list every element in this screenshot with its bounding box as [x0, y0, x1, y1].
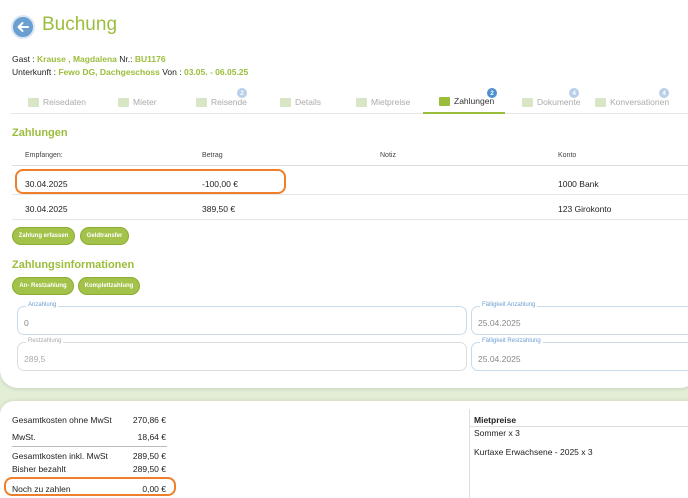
faelligkeit-restzahlung-field[interactable]: Fälligkeit Restzahlung 25.04.2025: [471, 338, 688, 371]
guest-name: Krause , Magdalena: [37, 54, 117, 64]
calendar-icon: [28, 97, 39, 107]
document-icon: [522, 97, 533, 107]
faelligkeit-anzahlung-field[interactable]: Fälligkeit Anzahlung 25.04.2025: [471, 302, 688, 335]
bezahlt-value: 289,50 €: [132, 464, 166, 474]
booking-number: BU1176: [134, 54, 166, 64]
restzahlung-field[interactable]: Restzahlung 289,5: [17, 338, 467, 371]
page-title: Buchung: [42, 14, 118, 35]
highlight-annotation: [4, 477, 176, 496]
mwst-label: MwSt.: [12, 432, 36, 442]
accommodation-name: Fewo DG, Dachgeschoss: [58, 67, 160, 77]
tab-mietpreise[interactable]: Mietpreise: [356, 90, 410, 114]
netto-label: Gesamtkosten ohne MwSt: [12, 415, 112, 425]
table-row[interactable]: 30.04.2025 389,50 € 123 Girokonto: [12, 196, 688, 220]
tab-dokumente[interactable]: Dokumente 4: [522, 88, 580, 114]
mietpreise-divider: [470, 426, 688, 427]
price-icon: [356, 97, 367, 107]
faelligkeit-restzahlung-value: 25.04.2025: [478, 354, 521, 364]
full-payment-button[interactable]: Komplettzahlung: [78, 277, 140, 295]
tab-konversationen[interactable]: Konversationen 4: [595, 88, 669, 114]
back-button[interactable]: [11, 15, 35, 39]
payment-info-section-title: Zahlungsinformationen: [12, 259, 135, 271]
faelligkeit-anzahlung-value: 25.04.2025: [478, 318, 521, 328]
col-betrag: Betrag: [202, 152, 223, 159]
anzahlung-value: 0: [24, 318, 29, 328]
payment-icon: [439, 96, 450, 106]
col-notiz: Notiz: [380, 152, 396, 159]
mietpreise-title: Mietpreise: [474, 415, 517, 425]
summary-column-divider: [469, 409, 470, 498]
tab-mieter[interactable]: Mieter: [118, 90, 157, 114]
stay-dates: 03.05. - 06.05.25: [183, 67, 249, 77]
accommodation-info: Unterkunft : Fewo DG, Dachgeschoss Von :…: [12, 67, 249, 77]
faelligkeit-anzahlung-label: Fälligkeit Anzahlung: [480, 302, 538, 308]
restzahlung-label: Restzahlung: [26, 338, 64, 344]
netto-value: 270,86 €: [132, 415, 166, 425]
arrow-left-icon: [17, 22, 29, 32]
payment-account: 123 Girokonto: [558, 204, 612, 214]
payment-date: 30.04.2025: [25, 204, 68, 214]
faelligkeit-restzahlung-label: Fälligkeit Restzahlung: [480, 338, 543, 344]
chat-icon: [595, 97, 606, 107]
partial-payment-button[interactable]: An- Restzahlung: [12, 277, 74, 295]
brutto-value: 289,50 €: [132, 451, 166, 461]
tab-zahlungen[interactable]: Zahlungen 2: [423, 88, 505, 114]
tab-reisedaten[interactable]: Reisedaten: [28, 90, 86, 114]
highlight-annotation: [15, 169, 286, 194]
list-icon: [280, 97, 291, 107]
anzahlung-label: Anzahlung: [26, 302, 59, 308]
mietpreise-line: Sommer x 3: [474, 428, 520, 438]
add-payment-button[interactable]: Zahlung erfassen: [12, 227, 75, 245]
bezahlt-label: Bisher bezahlt: [12, 464, 66, 474]
dokumente-count-badge: 4: [569, 88, 579, 98]
col-empfangen: Empfangen:: [25, 152, 63, 159]
mwst-value: 18,64 €: [137, 432, 166, 442]
payments-section-title: Zahlungen: [12, 127, 68, 139]
zahlungen-count-badge: 2: [487, 88, 497, 98]
payment-account: 1000 Bank: [558, 179, 599, 189]
restzahlung-value: 289,5: [24, 354, 46, 364]
people-icon: [196, 97, 207, 107]
payments-table-header: Empfangen: Betrag Notiz Konto: [12, 146, 688, 166]
mietpreise-line: Kurtaxe Erwachsene - 2025 x 3: [474, 447, 593, 457]
anzahlung-field[interactable]: Anzahlung 0: [17, 302, 467, 335]
tenant-icon: [118, 97, 129, 107]
col-konto: Konto: [558, 152, 577, 159]
payment-amount: 389,50 €: [202, 204, 236, 214]
reisende-count-badge: 2: [237, 88, 247, 98]
money-transfer-button[interactable]: Geldtransfer: [80, 227, 129, 245]
tab-details[interactable]: Details: [280, 90, 321, 114]
summary-divider: [12, 446, 167, 447]
guest-info: Gast : Krause , Magdalena Nr.: BU1176: [12, 54, 166, 64]
tab-reisende[interactable]: Reisende 2: [196, 88, 247, 114]
tab-bar: Reisedaten Mieter Reisende 2 Details Mie…: [10, 88, 688, 114]
brutto-label: Gesamtkosten inkl. MwSt: [12, 451, 108, 461]
konversationen-count-badge: 4: [659, 88, 669, 98]
